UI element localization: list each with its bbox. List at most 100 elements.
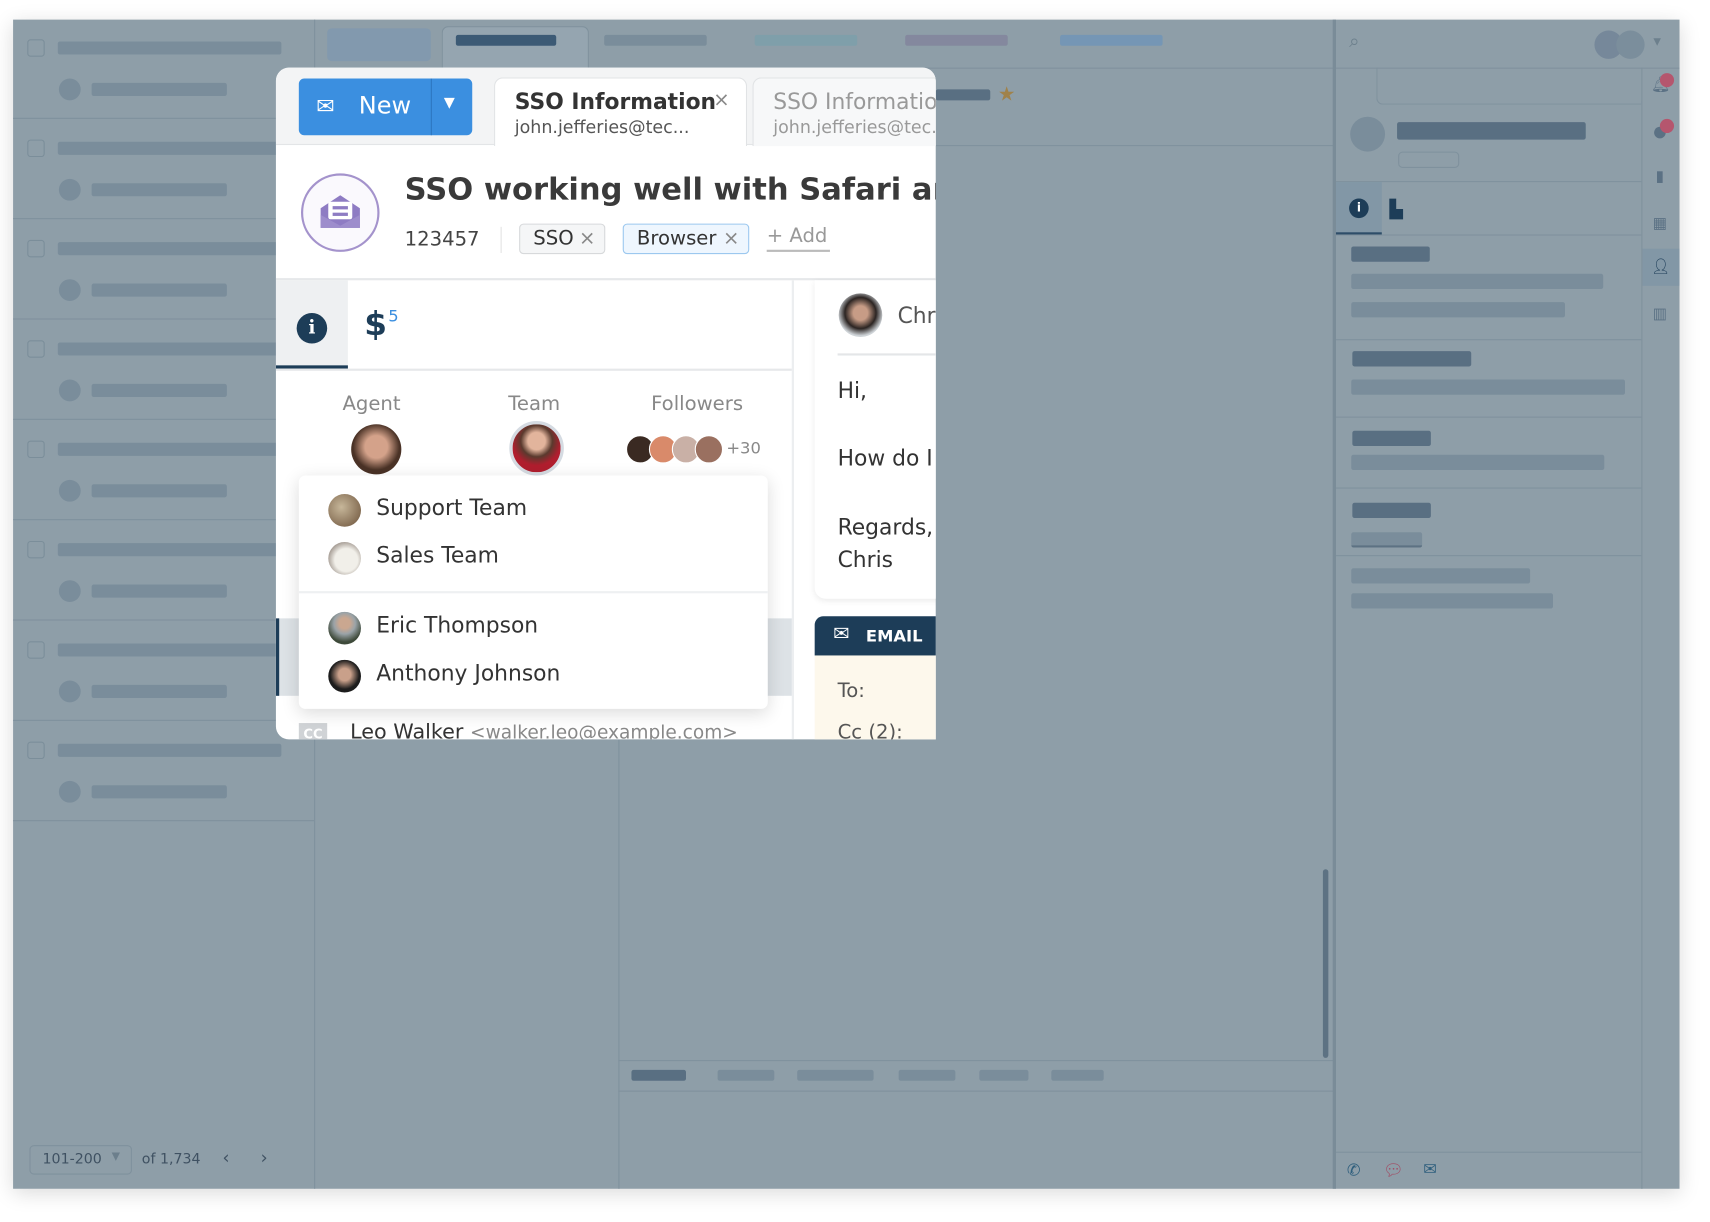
row-placeholder	[91, 684, 227, 698]
row-avatar	[58, 479, 81, 502]
message-card: Chris Hi, How do I f Regards, Chris	[814, 280, 936, 599]
tag-chip[interactable]: SSO ×	[519, 223, 606, 255]
book-icon[interactable]: ▮	[1651, 168, 1668, 185]
user-avatar	[328, 659, 361, 693]
message-line: Regards,	[837, 513, 934, 540]
menu-item-anthony-johnson[interactable]: Anthony Johnson	[299, 651, 768, 699]
contact-avatar	[1350, 116, 1386, 152]
row-checkbox[interactable]	[27, 641, 45, 659]
phone-icon[interactable]: ✆	[1347, 1160, 1361, 1180]
envelope-open-icon	[301, 173, 380, 252]
next-page-button[interactable]: ›	[261, 1147, 268, 1168]
new-button[interactable]: ✉ New ▼	[298, 78, 473, 136]
menu-item-support-team[interactable]: Support Team	[299, 485, 768, 533]
followers-label: Followers	[651, 392, 744, 416]
team-avatar[interactable]	[509, 420, 564, 476]
dollar-icon[interactable]: $	[364, 305, 387, 343]
tag-label: Browser	[636, 226, 717, 250]
avatar[interactable]	[1616, 30, 1645, 59]
add-tag-button[interactable]: + Add	[766, 225, 830, 252]
email-tab[interactable]: ✉ EMAIL	[814, 616, 936, 656]
message-line: Hi,	[837, 377, 867, 404]
document-icon[interactable]: ▙	[1389, 198, 1402, 219]
row-checkbox[interactable]	[27, 39, 45, 57]
tab-subtitle: john.jefferies@tec...	[773, 116, 936, 138]
row-avatar	[58, 178, 81, 201]
tab-sso-information[interactable]: SSO Information john.jefferies@tec... ×	[494, 77, 748, 147]
scrollbar[interactable]	[1322, 869, 1329, 1058]
close-icon[interactable]: ×	[579, 225, 595, 253]
page-range-value: 101-200	[42, 1151, 102, 1169]
menu-item-eric-thompson[interactable]: Eric Thompson	[299, 603, 768, 651]
row-placeholder[interactable]	[57, 543, 282, 557]
building-icon[interactable]: ▥	[1651, 305, 1668, 322]
ticket-id: 123457	[404, 227, 480, 251]
row-placeholder[interactable]	[57, 242, 282, 256]
email-icon[interactable]: ✉	[1423, 1159, 1437, 1179]
agent-avatar[interactable]	[351, 424, 402, 475]
close-icon[interactable]: ×	[723, 225, 739, 253]
tab-placeholder[interactable]	[327, 28, 431, 62]
team-dropdown: Support Team Sales Team Eric Thompson An…	[298, 475, 768, 709]
search-icon[interactable]: ⌕	[1349, 31, 1359, 53]
row-placeholder	[91, 383, 227, 397]
tab-title: SSO Information	[773, 88, 936, 115]
chevron-down-icon[interactable]: ▼	[444, 95, 455, 111]
row-placeholder[interactable]	[57, 41, 282, 55]
star-icon[interactable]: ★	[998, 83, 1016, 106]
envelope-icon: ✉	[833, 622, 850, 646]
team-avatar	[328, 542, 361, 575]
row-placeholder[interactable]	[57, 442, 282, 456]
prev-page-button[interactable]: ‹	[222, 1147, 229, 1168]
calendar-icon[interactable]: ▦	[1651, 215, 1668, 232]
email-tab-label: EMAIL	[865, 626, 923, 646]
row-avatar	[58, 78, 81, 101]
row-placeholder	[91, 785, 227, 799]
chevron-down-icon: ▼	[111, 1150, 120, 1163]
followers-more[interactable]: +30	[726, 438, 761, 458]
row-checkbox[interactable]	[27, 340, 45, 358]
row-placeholder[interactable]	[57, 643, 282, 657]
row-placeholder[interactable]	[57, 342, 282, 356]
follower-avatar[interactable]	[694, 435, 724, 464]
row-avatar	[58, 780, 81, 803]
row-avatar	[58, 580, 81, 603]
menu-item-label: Support Team	[376, 494, 528, 521]
tab-placeholder[interactable]	[441, 26, 589, 69]
menu-item-sales-team[interactable]: Sales Team	[299, 533, 768, 581]
tab-sso-information-2[interactable]: SSO Information john.jefferies@tec...	[752, 77, 936, 147]
cc-name: Leo Walker	[350, 719, 464, 740]
email-headers: To: Cc (2):	[814, 655, 936, 740]
cc-email: <walker.leo@example.com>	[470, 721, 738, 740]
notification-badge	[1659, 73, 1675, 88]
close-icon[interactable]: ×	[713, 88, 729, 111]
row-checkbox[interactable]	[27, 239, 45, 258]
row-checkbox[interactable]	[27, 440, 45, 459]
chevron-down-icon[interactable]: ▼	[1653, 37, 1661, 48]
row-placeholder[interactable]	[57, 141, 282, 155]
row-checkbox[interactable]	[27, 139, 45, 158]
row-placeholder[interactable]	[57, 743, 282, 757]
row-placeholder	[91, 183, 227, 197]
row-checkbox[interactable]	[27, 741, 45, 760]
cc-badge: CC	[298, 723, 328, 740]
ticket-title[interactable]: SSO working well with Safari and IE	[405, 171, 936, 207]
team-avatar	[328, 494, 361, 527]
person-icon[interactable]: 👤︎	[1651, 258, 1670, 275]
page-total: of 1,734	[141, 1151, 201, 1169]
tag-chip[interactable]: Browser ×	[622, 223, 750, 255]
row-avatar	[58, 680, 81, 703]
chat-icon[interactable]: 💬︎	[1383, 1160, 1404, 1180]
notification-badge	[1659, 118, 1675, 134]
row-placeholder	[91, 484, 227, 498]
agent-label: Agent	[342, 392, 401, 416]
row-placeholder	[91, 82, 227, 96]
row-placeholder	[91, 584, 227, 598]
to-label: To:	[837, 679, 865, 703]
author-name: Chris	[897, 302, 936, 329]
tab-title: SSO Information	[514, 88, 717, 115]
page-range-select[interactable]: 101-200 ▼	[29, 1145, 132, 1175]
info-icon: i	[1349, 198, 1369, 219]
row-avatar	[58, 379, 81, 402]
row-checkbox[interactable]	[27, 540, 45, 559]
